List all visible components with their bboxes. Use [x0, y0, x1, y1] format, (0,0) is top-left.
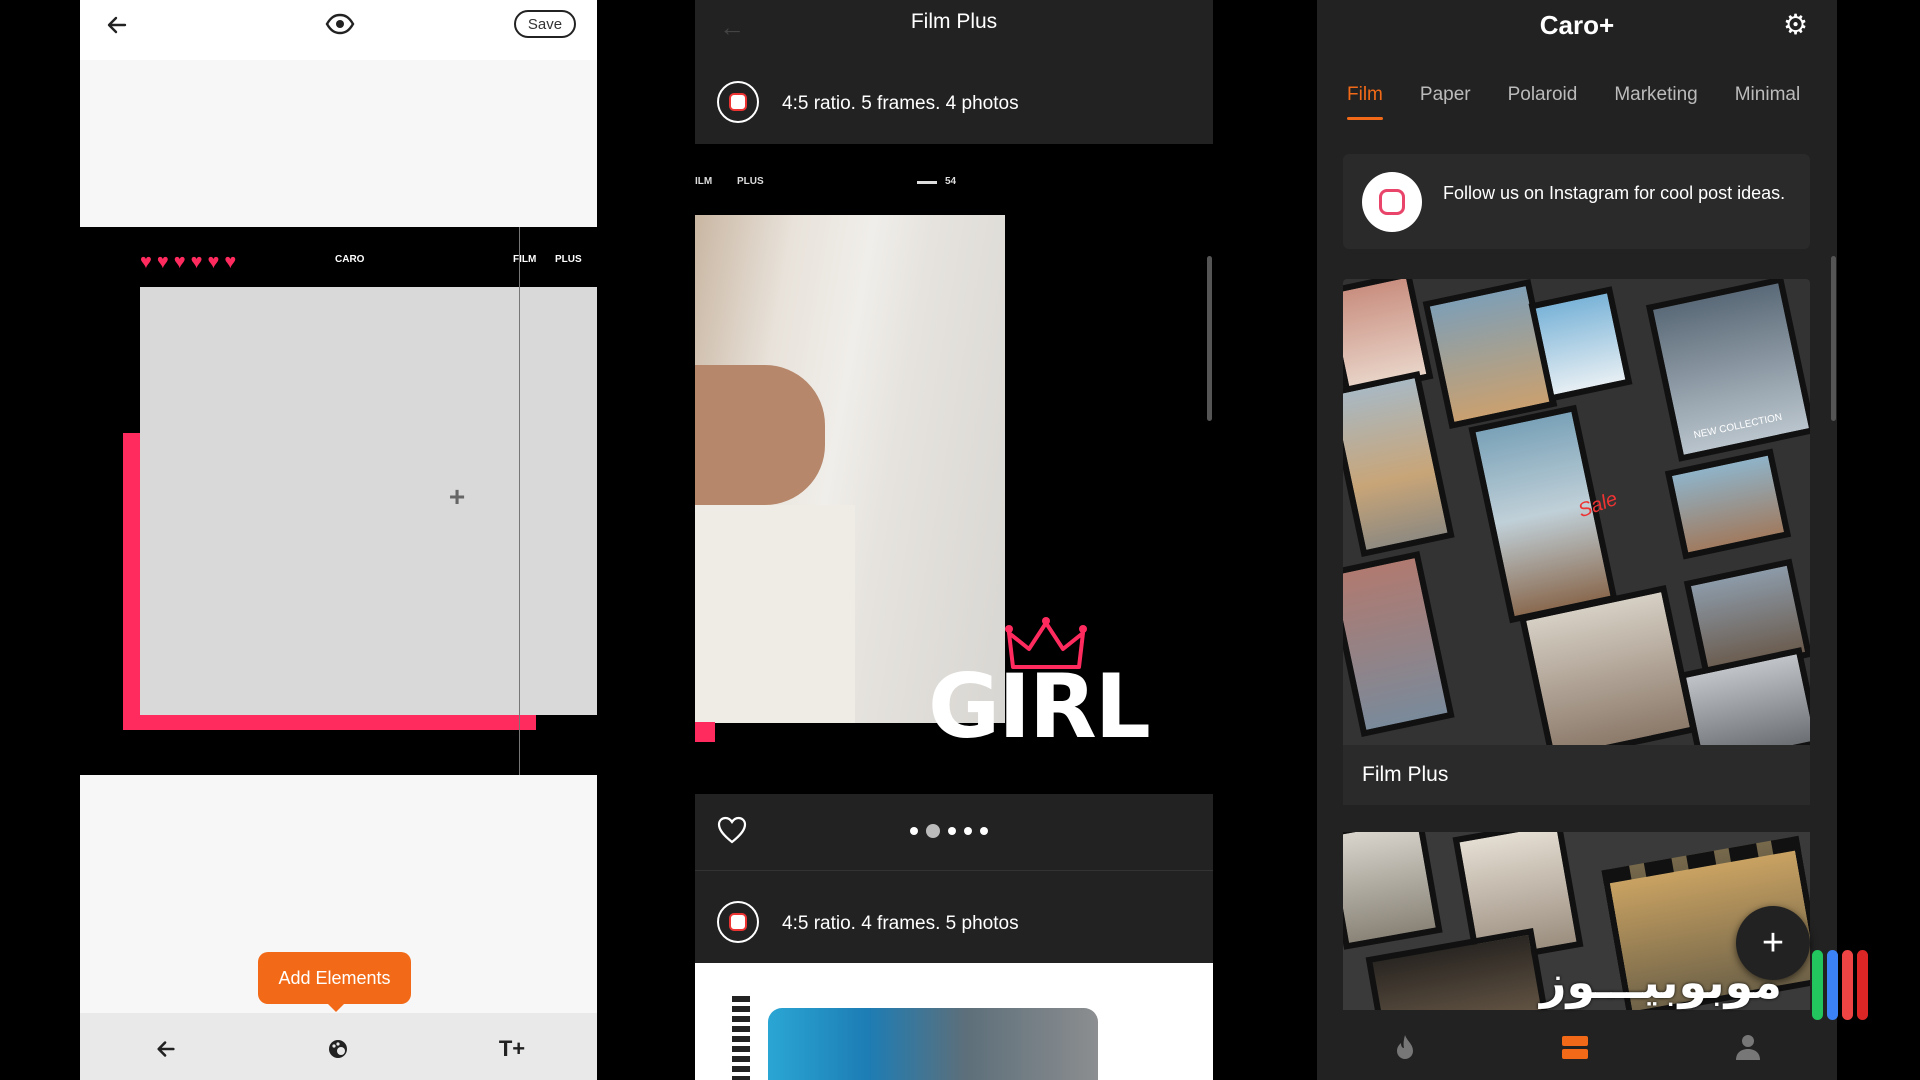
page-title: Film Plus — [910, 10, 998, 33]
category-tabs: Film Paper Polaroid Marketing Minimal — [1347, 84, 1800, 120]
scrollbar[interactable] — [1207, 256, 1212, 421]
add-photo-icon[interactable]: + — [445, 483, 469, 511]
tab-paper[interactable]: Paper — [1420, 84, 1471, 106]
alignment-guide — [519, 227, 520, 775]
heart-outline-icon[interactable] — [716, 815, 748, 845]
layers-icon[interactable] — [1561, 1035, 1589, 1061]
canvas-plus-text: PLUS — [555, 254, 582, 265]
canvas-film-text: FILM — [513, 254, 537, 265]
preview-dash — [917, 181, 937, 184]
tab-minimal[interactable]: Minimal — [1735, 84, 1800, 106]
save-button[interactable]: Save — [514, 10, 576, 38]
page-indicator — [910, 824, 988, 838]
eye-icon[interactable] — [324, 9, 356, 39]
template-preview[interactable] — [695, 963, 1213, 1080]
heart-icon: ♥ — [140, 251, 152, 273]
preview-photo — [695, 215, 1005, 723]
heart-icon: ♥ — [173, 251, 186, 273]
tab-film[interactable]: Film — [1347, 84, 1383, 120]
page-dot-active[interactable] — [926, 824, 940, 838]
preview-film-text: ILM — [695, 176, 713, 187]
scrollbar[interactable] — [1831, 256, 1836, 421]
text-add-icon[interactable]: T+ — [497, 1034, 527, 1064]
watermark-logo — [1812, 950, 1868, 1020]
flame-icon[interactable] — [1393, 1033, 1417, 1061]
tab-marketing[interactable]: Marketing — [1614, 84, 1697, 106]
page-dot[interactable] — [964, 827, 972, 835]
template-info: 4:5 ratio. 4 frames. 5 photos — [782, 913, 1019, 934]
page-dot[interactable] — [948, 827, 956, 835]
pink-accent — [695, 722, 715, 742]
template-name: Film Plus — [1362, 763, 1449, 786]
preview-plus-text: PLUS — [737, 176, 764, 187]
app-title: Caro+ — [1539, 10, 1615, 40]
instagram-banner-text: Follow us on Instagram for cool post ide… — [1443, 183, 1786, 203]
preview-number: 54 — [945, 176, 957, 187]
caro-home-screen: Caro+ ⚙ Film Paper Polaroid Marketing Mi… — [1317, 0, 1837, 1080]
instagram-icon — [717, 81, 759, 123]
instagram-icon — [1362, 172, 1422, 232]
page-dot[interactable] — [980, 827, 988, 835]
canvas-brand-text: CARO — [335, 254, 365, 265]
gear-icon[interactable]: ⚙ — [1783, 8, 1808, 41]
add-elements-tooltip[interactable]: Add Elements — [258, 952, 411, 1012]
page-dot[interactable] — [910, 827, 918, 835]
template-info: 4:5 ratio. 5 frames. 4 photos — [782, 93, 1019, 114]
heart-icon: ♥ — [190, 251, 203, 273]
back-arrow-icon[interactable] — [153, 1036, 179, 1062]
film-plus-screen: ← Film Plus 4:5 ratio. 5 frames. 4 photo… — [695, 0, 1213, 1080]
template-thumbnail-film-plus[interactable]: NEW COLLECTION Sale — [1343, 279, 1810, 745]
back-arrow-icon[interactable] — [102, 10, 132, 40]
heart-icon: ♥ — [207, 251, 220, 273]
tab-polaroid[interactable]: Polaroid — [1508, 84, 1578, 106]
heart-icon: ♥ — [156, 251, 169, 273]
editor-screen: Save ♥ ♥ ♥ ♥ ♥ ♥ CARO FILM PLUS + Add Element… — [80, 0, 597, 1080]
photo-slot[interactable] — [140, 287, 597, 715]
instagram-icon — [717, 901, 759, 943]
profile-icon[interactable] — [1734, 1033, 1762, 1061]
palette-icon[interactable] — [325, 1036, 351, 1062]
hearts-decoration: ♥ ♥ ♥ ♥ ♥ ♥ — [140, 252, 236, 272]
girl-sticker-text: GIRL — [928, 655, 1151, 758]
heart-icon: ♥ — [224, 251, 237, 273]
watermark-text: موبوبیـــوز — [1540, 955, 1782, 1009]
